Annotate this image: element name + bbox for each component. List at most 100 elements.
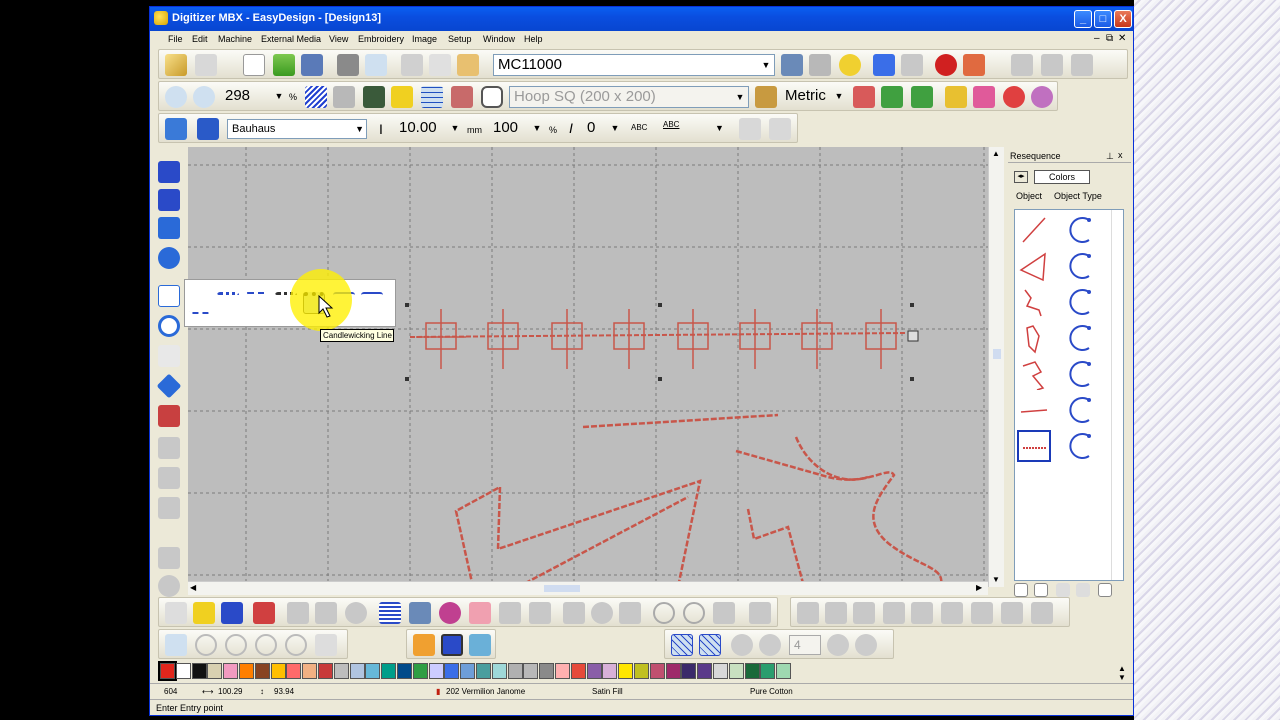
- zoom-out-icon[interactable]: [193, 86, 215, 108]
- bead-icon[interactable]: [195, 634, 217, 656]
- width-select[interactable]: 100 ▼: [489, 118, 545, 140]
- edit-letter-icon[interactable]: [769, 118, 791, 140]
- thread-colors-icon[interactable]: [1031, 86, 1053, 108]
- motif-icon[interactable]: [158, 467, 180, 489]
- color-swatch[interactable]: [239, 663, 254, 679]
- tools-icon[interactable]: [809, 54, 831, 76]
- list-item[interactable]: [1015, 392, 1123, 428]
- cross-stitch-icon[interactable]: [469, 602, 491, 624]
- hscroll-thumb[interactable]: [544, 585, 580, 592]
- line-tool-icon[interactable]: [158, 285, 180, 307]
- blank-fill-icon[interactable]: [529, 602, 551, 624]
- rotate-icon[interactable]: [345, 602, 367, 624]
- candlewick-line[interactable]: [405, 303, 919, 381]
- minimize-button[interactable]: _: [1074, 10, 1092, 28]
- color-swatch[interactable]: [476, 663, 491, 679]
- horizontal-scrollbar[interactable]: ◀ ▶: [188, 581, 988, 595]
- scroll-left-icon[interactable]: ◀: [190, 583, 196, 592]
- flower-icon[interactable]: [731, 634, 753, 656]
- color-swatch[interactable]: [207, 663, 223, 679]
- gear-icon[interactable]: [759, 634, 781, 656]
- design-canvas[interactable]: [188, 147, 998, 587]
- color-swatch[interactable]: [570, 663, 586, 679]
- color-swatch[interactable]: [602, 663, 618, 679]
- colors-button[interactable]: Colors: [1034, 170, 1090, 184]
- color-swatch[interactable]: [302, 663, 318, 679]
- sequin-icon[interactable]: [225, 634, 247, 656]
- node-edit-icon[interactable]: [158, 345, 180, 367]
- hoop-icon[interactable]: [481, 86, 503, 108]
- link-icon[interactable]: [619, 602, 641, 624]
- align-middle-icon[interactable]: [825, 602, 847, 624]
- color-swatch[interactable]: [460, 663, 476, 679]
- center-icon[interactable]: [971, 602, 993, 624]
- menu-image[interactable]: Image: [412, 34, 437, 44]
- wave-fill-icon[interactable]: [499, 602, 521, 624]
- palette-scroll-up-icon[interactable]: ▲: [1118, 664, 1126, 673]
- network-icon[interactable]: [165, 634, 187, 656]
- color-swatch[interactable]: [381, 663, 397, 679]
- menu-external-media[interactable]: External Media: [261, 34, 321, 44]
- zoom-select[interactable]: 298 ▼: [221, 86, 287, 108]
- same-size-icon[interactable]: [941, 602, 963, 624]
- add-letter-icon[interactable]: [739, 118, 761, 140]
- scroll-up-icon[interactable]: ▲: [992, 149, 1000, 158]
- copy-icon[interactable]: [429, 54, 451, 76]
- scroll-thumb[interactable]: [993, 349, 1001, 359]
- mirror-icon[interactable]: [315, 602, 337, 624]
- globe-icon[interactable]: [591, 602, 613, 624]
- units-select[interactable]: Metric ▼: [781, 86, 847, 108]
- pin-icon[interactable]: ⊥: [1106, 151, 1114, 162]
- undo-icon[interactable]: [873, 54, 895, 76]
- triangle-icon[interactable]: [287, 602, 309, 624]
- group-icon[interactable]: [1001, 602, 1023, 624]
- palette-icon[interactable]: [1003, 86, 1025, 108]
- color-swatch[interactable]: [444, 663, 460, 679]
- lettering-icon[interactable]: [165, 118, 187, 140]
- menu-machine[interactable]: Machine: [218, 34, 252, 44]
- monogram-icon[interactable]: [158, 437, 180, 459]
- line-type-running-icon[interactable]: [189, 292, 211, 314]
- hoop-select[interactable]: Hoop SQ (200 x 200) ▼: [509, 86, 749, 108]
- image-icon[interactable]: [363, 86, 385, 108]
- menu-help[interactable]: Help: [524, 34, 543, 44]
- color-swatch[interactable]: [555, 663, 570, 679]
- color-swatch[interactable]: [175, 663, 191, 679]
- color-swatch[interactable]: [634, 663, 649, 679]
- scissors-icon[interactable]: [713, 602, 735, 624]
- redo-icon[interactable]: [901, 54, 923, 76]
- color-swatch[interactable]: [618, 663, 634, 679]
- fill-pattern-icon[interactable]: [379, 602, 401, 624]
- distribute-h-icon[interactable]: [883, 602, 905, 624]
- list-item[interactable]: [1015, 356, 1123, 392]
- move-first-icon[interactable]: [1014, 583, 1028, 597]
- pie-icon[interactable]: [827, 634, 849, 656]
- color-swatch[interactable]: [223, 663, 239, 679]
- list-item[interactable]: [1015, 248, 1123, 284]
- mdi-close-icon[interactable]: ✕: [1118, 33, 1126, 44]
- arrow-right-icon[interactable]: [911, 86, 933, 108]
- color-swatch[interactable]: [697, 663, 713, 679]
- color-group-icon[interactable]: [945, 86, 967, 108]
- hoop-settings-icon[interactable]: [755, 86, 777, 108]
- color-swatch[interactable]: [713, 663, 728, 679]
- close-sequence-icon[interactable]: [1098, 583, 1112, 597]
- scroll-right-icon[interactable]: ▶: [976, 583, 982, 592]
- menu-embroidery[interactable]: Embroidery: [358, 34, 404, 44]
- ungroup-icon[interactable]: [1031, 602, 1053, 624]
- border-icon[interactable]: [158, 497, 180, 519]
- new-document-icon[interactable]: [243, 54, 265, 76]
- color-swatch[interactable]: [507, 663, 523, 679]
- highlight-search-icon[interactable]: [839, 54, 861, 76]
- scroll-down-icon[interactable]: ▼: [992, 575, 1000, 584]
- appliqué-letter-icon[interactable]: [158, 405, 180, 427]
- list-item[interactable]: [1015, 212, 1123, 248]
- grid-icon[interactable]: [421, 86, 443, 108]
- diamond-icon[interactable]: [156, 373, 182, 399]
- color-swatch[interactable]: [523, 663, 539, 679]
- fill-shape-icon[interactable]: [158, 217, 180, 239]
- color-swatch[interactable]: [539, 663, 555, 679]
- stop-icon[interactable]: [935, 54, 957, 76]
- chevron-down-icon[interactable]: ▼: [715, 123, 724, 133]
- cut-icon[interactable]: [401, 54, 423, 76]
